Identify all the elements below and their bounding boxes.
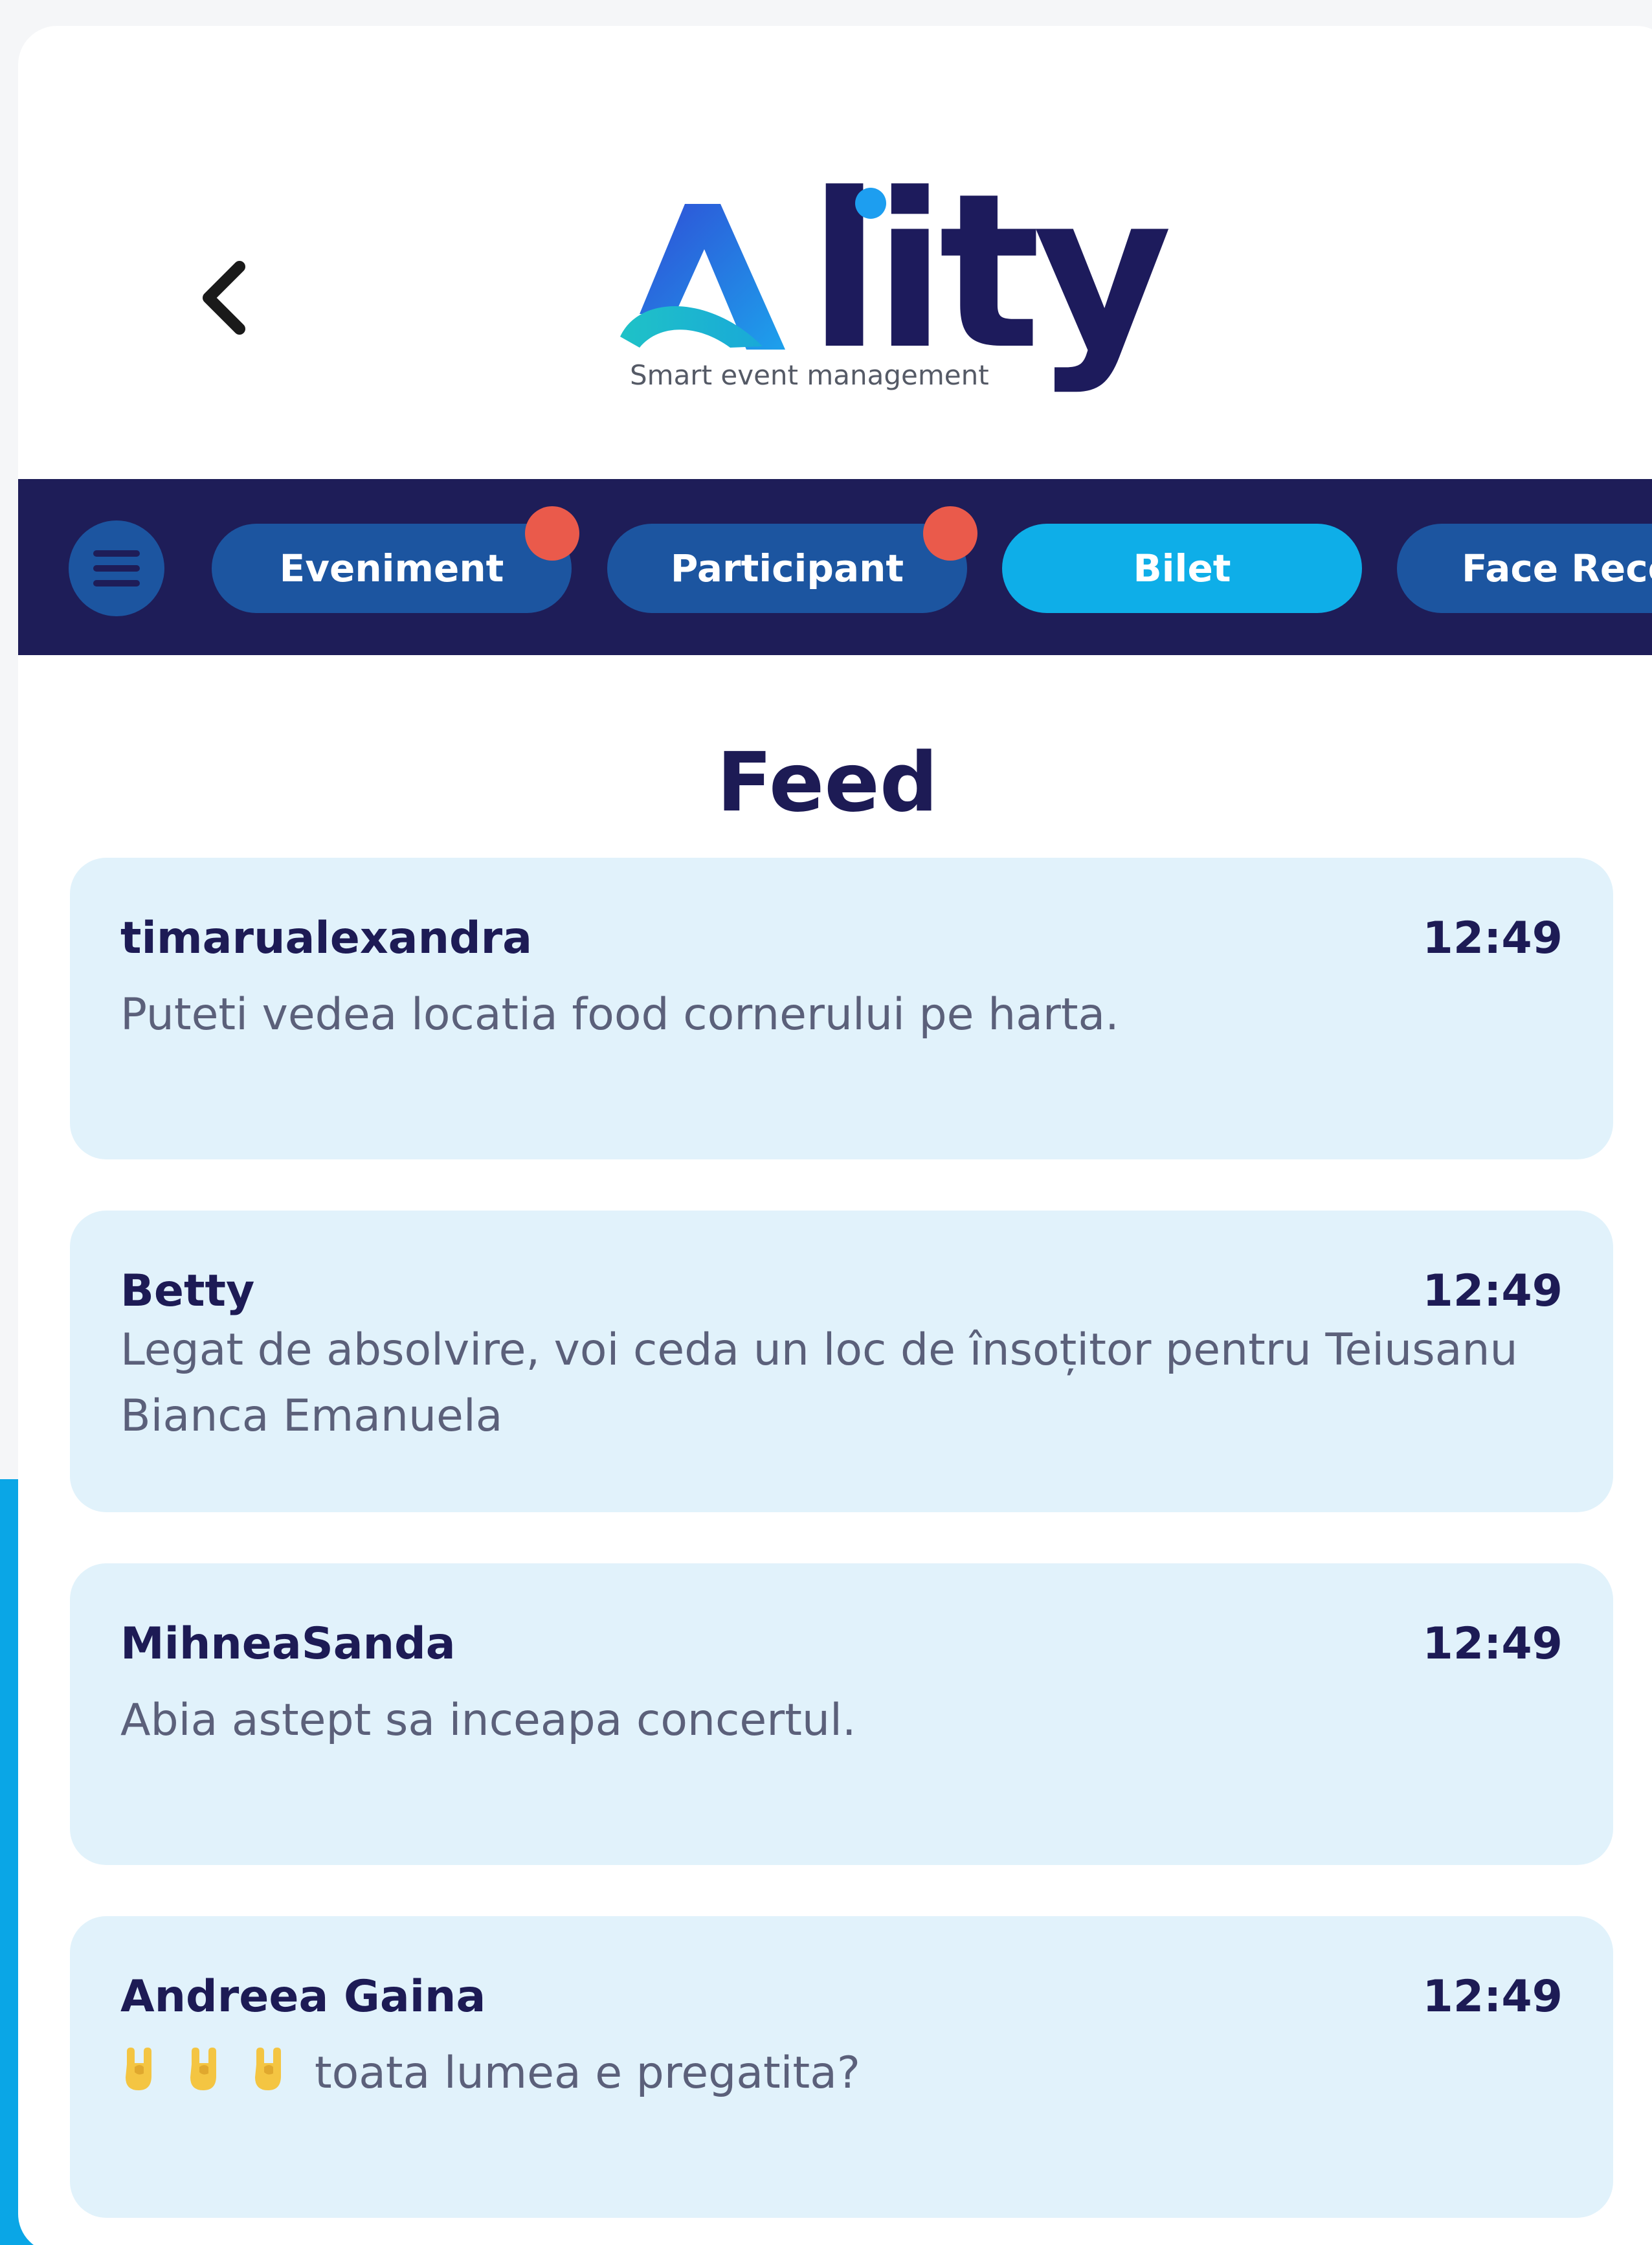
post-message: Puteti vedea locatia food cornerului pe … [120, 989, 1119, 1040]
post-time: 12:49 [1422, 1971, 1563, 2022]
post-message: toata lumea e pregatita? [120, 2040, 1545, 2106]
notification-badge [525, 506, 579, 561]
rock-hand-emoji-icon [190, 2048, 216, 2090]
feed-post[interactable]: Andreea Gaina 12:49 toata lumea e pregat… [70, 1916, 1613, 2218]
menu-button[interactable] [69, 520, 164, 616]
back-button[interactable] [180, 240, 271, 356]
logo-i-dot [855, 188, 886, 219]
tab-participant[interactable]: Participant [607, 524, 967, 613]
app-logo: lity Smart event management [601, 165, 1172, 437]
hamburger-icon [93, 550, 140, 586]
chevron-left-icon [203, 261, 245, 335]
post-author: Andreea Gaina [120, 1971, 486, 2022]
post-author: timarualexandra [120, 913, 533, 964]
post-author: MihneaSanda [120, 1618, 456, 1670]
phone-frame: lity Smart event management Eveniment Pa… [18, 26, 1652, 2245]
post-time: 12:49 [1422, 1266, 1563, 1317]
tab-label: Participant [670, 546, 904, 590]
post-author: Betty [120, 1266, 255, 1317]
notification-badge [923, 506, 977, 561]
post-message: Legat de absolvire, voi ceda un loc de î… [120, 1324, 1518, 1442]
logo-tagline: Smart event management [630, 359, 989, 391]
rock-hand-emoji-icon [126, 2048, 151, 2090]
page-title: Feed [716, 735, 939, 830]
post-message: Abia astept sa inceapa concertul. [120, 1695, 856, 1746]
feed-post[interactable]: timarualexandra 12:49 Puteti vedea locat… [70, 858, 1613, 1159]
logo-a-mark [620, 204, 785, 350]
tab-bilet[interactable]: Bilet [1002, 524, 1362, 613]
feed-post[interactable]: MihneaSanda 12:49 Abia astept sa inceapa… [70, 1563, 1613, 1865]
tab-face-reco[interactable]: Face Reco [1397, 524, 1652, 613]
tab-eveniment[interactable]: Eveniment [212, 524, 572, 613]
tab-label: Eveniment [279, 546, 504, 590]
tab-bar: Eveniment Participant Bilet Face Reco [18, 479, 1652, 655]
rock-hand-emoji-icon [255, 2048, 281, 2090]
post-time: 12:49 [1422, 913, 1563, 964]
app-screen: lity Smart event management Eveniment Pa… [0, 0, 1652, 2245]
post-time: 12:49 [1422, 1618, 1563, 1670]
post-message-text: toata lumea e pregatita? [315, 2048, 860, 2099]
tab-label: Bilet [1133, 546, 1231, 590]
tab-label: Face Reco [1462, 546, 1652, 590]
feed-post[interactable]: Betty 12:49 Legat de absolvire, voi ceda… [70, 1211, 1613, 1512]
